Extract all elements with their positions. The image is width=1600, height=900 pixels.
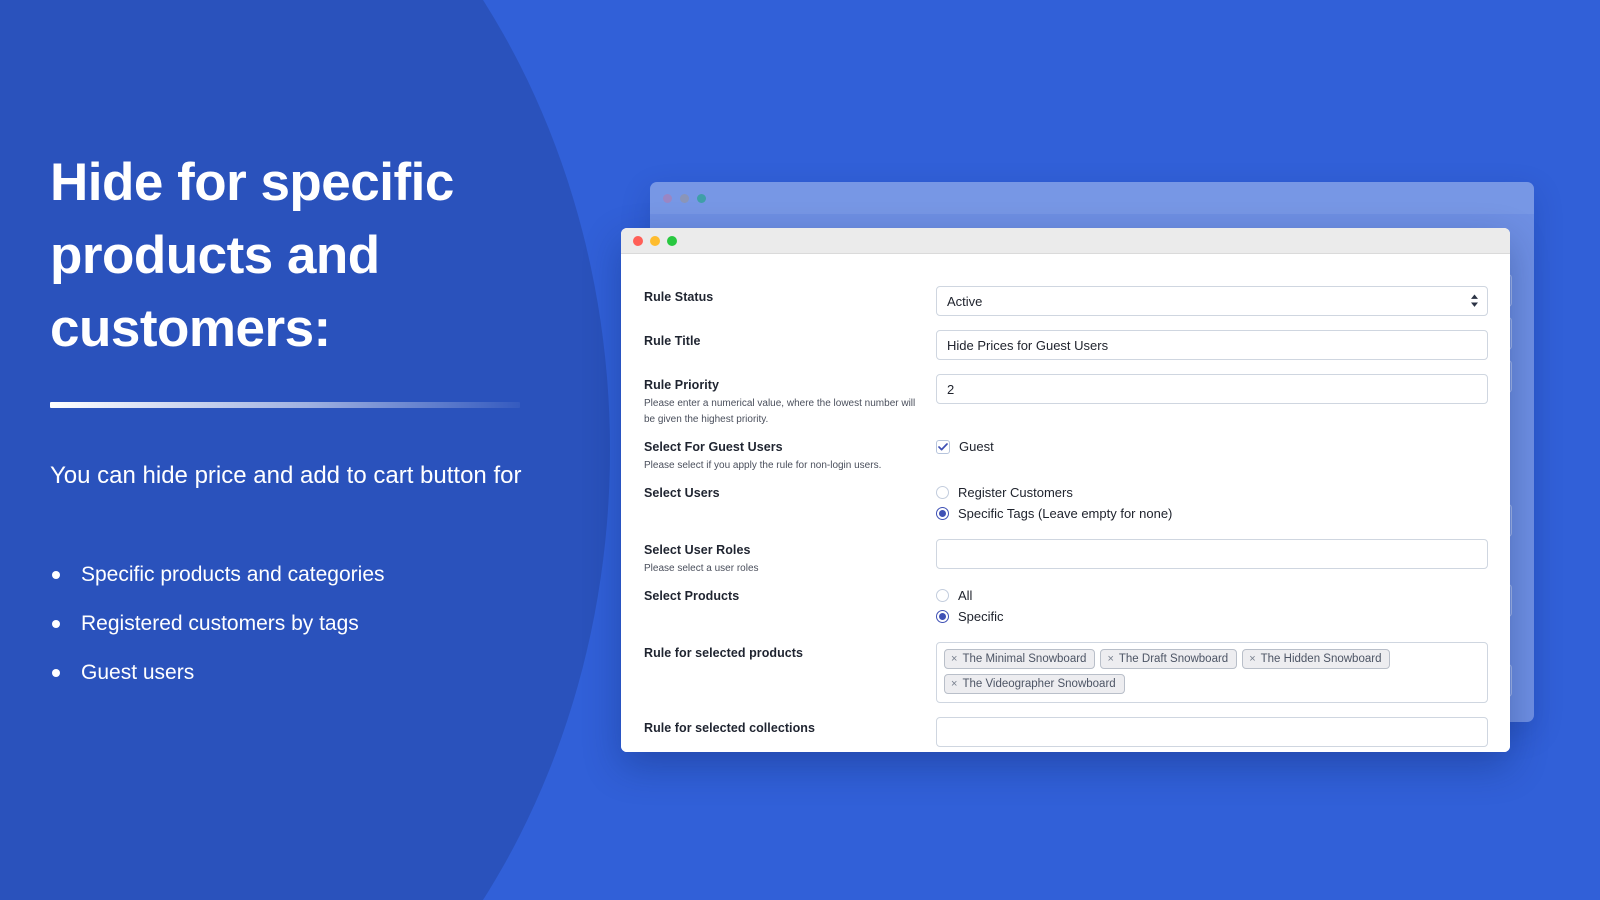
label-col: Rule Priority Please enter a numerical v…	[643, 374, 936, 428]
remove-tag-icon[interactable]: ×	[1107, 653, 1113, 665]
label-col: Select For Guest Users Please select if …	[643, 436, 936, 474]
page-title: Hide for specific products and customers…	[50, 153, 454, 358]
remove-tag-icon[interactable]: ×	[1249, 653, 1255, 665]
label-col: Rule for selected products	[643, 642, 936, 662]
rule-priority-input[interactable]	[936, 374, 1488, 404]
rule-title-input[interactable]	[936, 330, 1488, 360]
rule-status-label: Rule Status	[644, 290, 714, 304]
user-roles-input[interactable]	[936, 539, 1488, 569]
zoom-icon[interactable]	[697, 193, 706, 203]
chevron-up-icon	[1471, 294, 1478, 299]
rule-priority-label: Rule Priority	[644, 378, 719, 392]
list-item: Guest users	[50, 660, 550, 686]
control-col	[936, 717, 1488, 747]
divider	[50, 402, 520, 408]
guest-checkbox-label: Guest	[959, 439, 994, 454]
all-products-label: All	[958, 588, 973, 603]
select-products-label: Select Products	[644, 589, 740, 603]
rule-editor-window[interactable]: Rule Status Active Rule Title Hide Price…	[621, 228, 1510, 752]
close-icon[interactable]	[663, 193, 672, 203]
background-window-titlebar	[650, 182, 1534, 214]
register-customers-label: Register Customers	[958, 485, 1073, 500]
rule-form: Rule Status Active Rule Title Hide Price…	[621, 254, 1510, 752]
list-item: Specific products and categories	[50, 562, 550, 588]
selected-products-label: Rule for selected products	[644, 646, 803, 660]
specific-tags-label: Specific Tags (Leave empty for none)	[958, 506, 1173, 521]
promo-panel: Hide for specific products and customers…	[50, 0, 610, 900]
label-col: Select Users	[643, 482, 936, 502]
label-col: Select Products	[643, 585, 936, 605]
radio-row-specific-tags[interactable]: Specific Tags (Leave empty for none)	[936, 504, 1488, 523]
product-tag[interactable]: × The Minimal Snowboard	[944, 649, 1096, 669]
rule-status-select[interactable]: Active	[936, 286, 1488, 316]
product-tag[interactable]: × The Videographer Snowboard	[944, 674, 1125, 694]
form-row-guest-users: Select For Guest Users Please select if …	[643, 436, 1488, 474]
label-col: Rule Title	[643, 330, 936, 350]
select-users-label: Select Users	[644, 486, 720, 500]
specific-tags-radio[interactable]	[936, 507, 949, 520]
rule-priority-help: Please enter a numerical value, where th…	[644, 398, 916, 425]
form-row-select-users: Select Users Register Customers Specific…	[643, 482, 1488, 525]
guest-checkbox-row[interactable]: Guest	[936, 437, 1488, 456]
promo-subheading: You can hide price and add to cart butto…	[50, 462, 522, 489]
radio-row-register-customers[interactable]: Register Customers	[936, 483, 1488, 502]
control-col: Guest	[936, 436, 1488, 458]
rule-status-value: Active	[947, 293, 983, 309]
control-col: Active	[936, 286, 1488, 316]
product-tag-label: The Hidden Snowboard	[1260, 653, 1382, 665]
rule-title-label: Rule Title	[644, 334, 701, 348]
form-row-rule-status: Rule Status Active	[643, 286, 1488, 316]
all-products-radio[interactable]	[936, 589, 949, 602]
product-tag-label: The Minimal Snowboard	[962, 653, 1087, 665]
zoom-icon[interactable]	[667, 235, 677, 246]
up-down-stepper-icon[interactable]	[1471, 294, 1478, 308]
form-row-select-products: Select Products All Specific	[643, 585, 1488, 628]
window-titlebar	[621, 228, 1510, 254]
control-col	[936, 330, 1488, 360]
list-item: Registered customers by tags	[50, 611, 550, 637]
minimize-icon[interactable]	[680, 193, 689, 203]
user-roles-help: Please select a user roles	[644, 563, 759, 574]
product-tag[interactable]: × The Hidden Snowboard	[1242, 649, 1391, 669]
label-col: Rule for selected collections	[643, 717, 936, 737]
guest-users-option-list: Guest	[936, 436, 1488, 456]
control-col: Register Customers Specific Tags (Leave …	[936, 482, 1488, 525]
remove-tag-icon[interactable]: ×	[951, 653, 957, 665]
guest-users-help: Please select if you apply the rule for …	[644, 460, 882, 471]
check-icon	[938, 442, 948, 450]
guest-checkbox[interactable]	[936, 439, 950, 454]
form-row-rule-title: Rule Title	[643, 330, 1488, 360]
form-row-rule-priority: Rule Priority Please enter a numerical v…	[643, 374, 1488, 428]
product-tag-label: The Draft Snowboard	[1118, 653, 1229, 665]
register-customers-radio[interactable]	[936, 486, 949, 499]
select-users-radio-group: Register Customers Specific Tags (Leave …	[936, 482, 1488, 523]
product-tag[interactable]: × The Draft Snowboard	[1100, 649, 1238, 669]
label-col: Rule Status	[643, 286, 936, 306]
form-row-user-roles: Select User Roles Please select a user r…	[643, 539, 1488, 577]
control-col: All Specific	[936, 585, 1488, 628]
specific-products-label: Specific	[958, 609, 1004, 624]
close-icon[interactable]	[633, 235, 643, 246]
chevron-down-icon	[1471, 302, 1478, 307]
control-col	[936, 374, 1488, 404]
control-col: × The Minimal Snowboard × The Draft Snow…	[936, 642, 1488, 703]
remove-tag-icon[interactable]: ×	[951, 678, 957, 690]
selected-collections-label: Rule for selected collections	[644, 721, 815, 735]
form-row-selected-products: Rule for selected products × The Minimal…	[643, 642, 1488, 703]
specific-products-radio[interactable]	[936, 610, 949, 623]
selected-collections-input[interactable]	[936, 717, 1488, 747]
feature-bullet-list: Specific products and categories Registe…	[50, 562, 550, 709]
product-tag-label: The Videographer Snowboard	[962, 678, 1116, 690]
minimize-icon[interactable]	[650, 235, 660, 246]
radio-row-specific-products[interactable]: Specific	[936, 607, 1488, 626]
select-products-radio-group: All Specific	[936, 585, 1488, 626]
control-col	[936, 539, 1488, 569]
label-col: Select User Roles Please select a user r…	[643, 539, 936, 577]
form-row-selected-collections: Rule for selected collections	[643, 717, 1488, 747]
guest-users-label: Select For Guest Users	[644, 440, 783, 454]
selected-products-tag-input[interactable]: × The Minimal Snowboard × The Draft Snow…	[936, 642, 1488, 703]
user-roles-label: Select User Roles	[644, 543, 751, 557]
radio-row-all-products[interactable]: All	[936, 586, 1488, 605]
